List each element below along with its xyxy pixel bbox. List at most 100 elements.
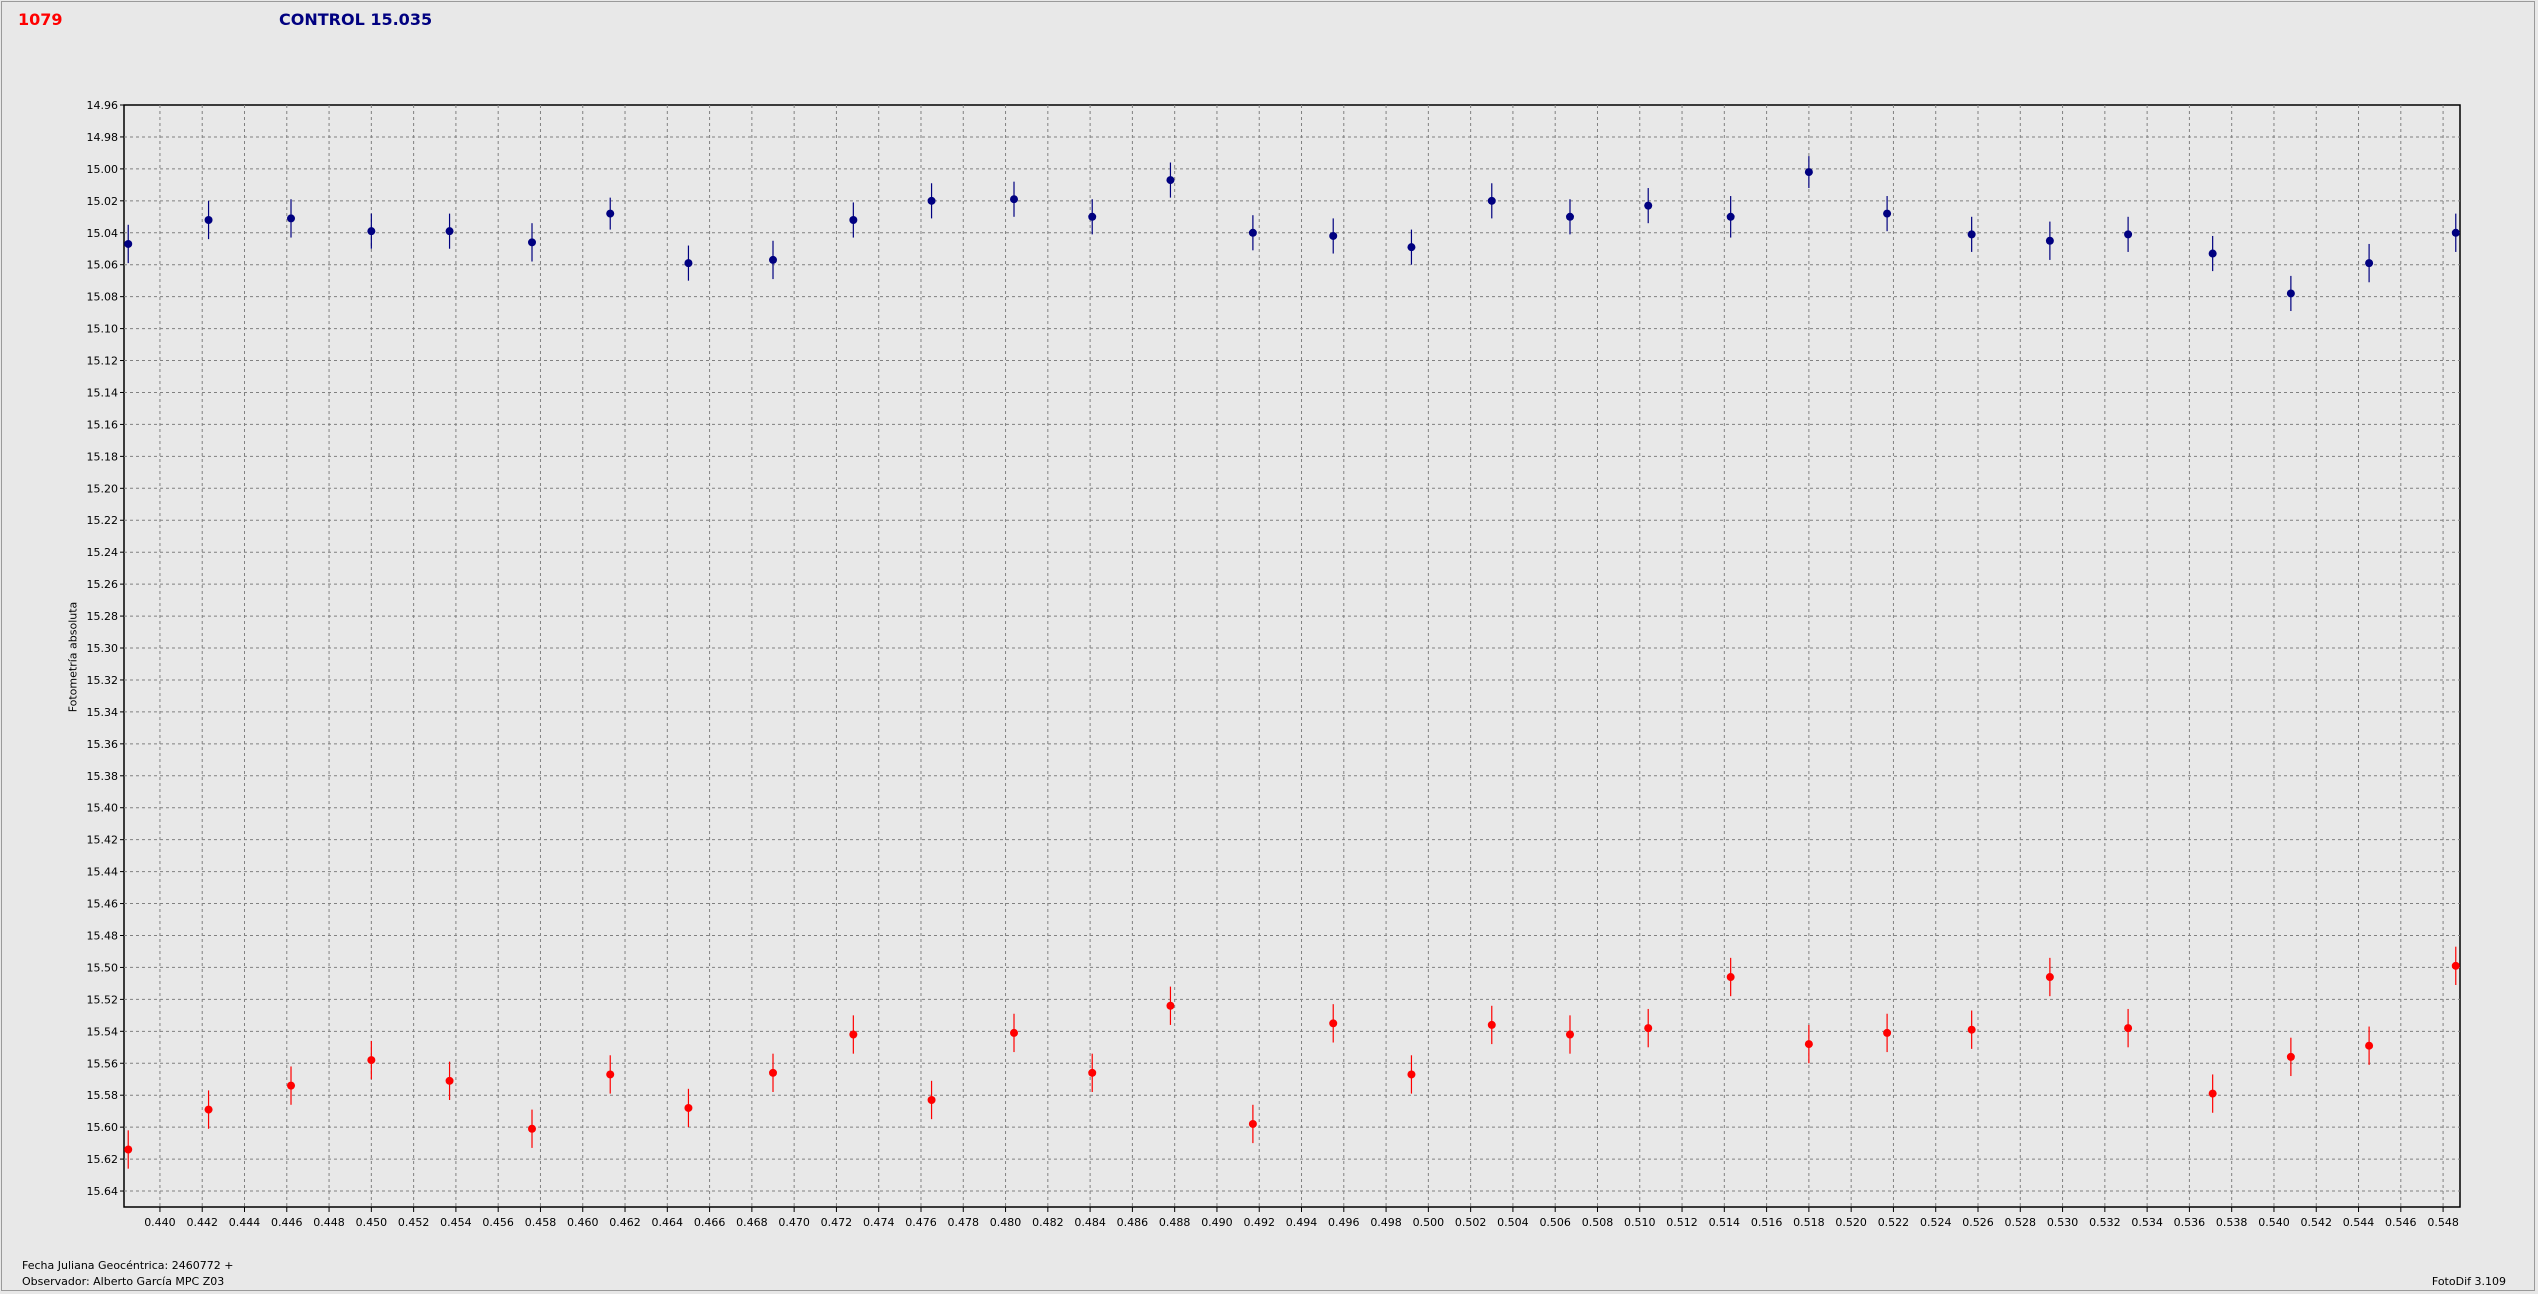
x-tick-label: 0.502 — [1455, 1216, 1487, 1229]
data-point — [769, 1068, 778, 1077]
data-point — [1010, 1028, 1019, 1037]
data-point — [124, 1145, 133, 1154]
y-tick-label: 15.44 — [87, 866, 119, 879]
data-point — [124, 239, 133, 248]
data-point — [2451, 961, 2460, 970]
x-tick-label: 0.462 — [609, 1216, 641, 1229]
x-tick-label: 0.484 — [1074, 1216, 1106, 1229]
x-tick-label: 0.516 — [1751, 1216, 1783, 1229]
data-point — [1565, 1030, 1574, 1039]
data-point — [2286, 289, 2295, 298]
y-tick-label: 14.96 — [87, 99, 119, 112]
data-point — [2124, 230, 2133, 239]
y-tick-label: 15.42 — [87, 834, 119, 847]
x-tick-label: 0.472 — [821, 1216, 853, 1229]
data-point — [927, 196, 936, 205]
x-tick-label: 0.486 — [1117, 1216, 1149, 1229]
x-tick-label: 0.530 — [2047, 1216, 2079, 1229]
x-tick-label: 0.498 — [1370, 1216, 1402, 1229]
data-point — [1010, 195, 1019, 204]
data-point — [1329, 231, 1338, 240]
x-tick-label: 0.494 — [1286, 1216, 1318, 1229]
data-point — [927, 1095, 936, 1104]
x-tick-label: 0.540 — [2258, 1216, 2290, 1229]
y-tick-label: 15.28 — [87, 610, 119, 623]
data-point — [2365, 1041, 2374, 1050]
data-point — [1644, 201, 1653, 210]
data-point — [367, 227, 376, 236]
y-tick-label: 15.64 — [87, 1185, 119, 1198]
y-tick-label: 15.04 — [87, 227, 119, 240]
data-point — [1088, 1068, 1097, 1077]
x-tick-label: 0.492 — [1243, 1216, 1275, 1229]
y-tick-label: 15.16 — [87, 418, 119, 431]
x-tick-label: 0.440 — [144, 1216, 176, 1229]
data-point — [287, 1081, 296, 1090]
x-tick-label: 0.456 — [482, 1216, 514, 1229]
x-tick-label: 0.508 — [1582, 1216, 1614, 1229]
data-point — [606, 1070, 615, 1079]
x-tick-label: 0.478 — [948, 1216, 980, 1229]
data-point — [1088, 212, 1097, 221]
y-tick-label: 15.60 — [87, 1121, 119, 1134]
observer-label: Observador: Alberto García MPC Z03 — [22, 1275, 225, 1288]
data-point — [1565, 212, 1574, 221]
data-point — [1726, 212, 1735, 221]
data-point — [367, 1056, 376, 1065]
data-point — [1166, 176, 1175, 185]
data-point — [1883, 209, 1892, 218]
x-tick-label: 0.442 — [186, 1216, 218, 1229]
x-tick-label: 0.444 — [229, 1216, 261, 1229]
data-point — [2286, 1052, 2295, 1061]
x-tick-label: 0.448 — [313, 1216, 345, 1229]
x-tick-label: 0.548 — [2427, 1216, 2459, 1229]
x-tick-label: 0.526 — [1962, 1216, 1994, 1229]
data-point — [528, 238, 537, 247]
x-tick-label: 0.466 — [694, 1216, 726, 1229]
x-tick-label: 0.536 — [2174, 1216, 2206, 1229]
data-point — [1166, 1001, 1175, 1010]
data-point — [1407, 243, 1416, 252]
data-point — [1329, 1019, 1338, 1028]
y-axis-label: Fotometría absoluta — [66, 601, 80, 713]
data-point — [445, 227, 454, 236]
data-point — [849, 1030, 858, 1039]
data-point — [2045, 236, 2054, 245]
y-tick-label: 15.56 — [87, 1057, 119, 1070]
data-point — [2208, 249, 2217, 258]
data-point — [684, 1103, 693, 1112]
x-tick-label: 0.452 — [398, 1216, 430, 1229]
data-point — [849, 215, 858, 224]
x-tick-label: 0.460 — [567, 1216, 599, 1229]
x-tick-label: 0.538 — [2216, 1216, 2248, 1229]
y-tick-label: 15.48 — [87, 929, 119, 942]
y-tick-label: 15.58 — [87, 1089, 119, 1102]
x-tick-label: 0.496 — [1328, 1216, 1360, 1229]
y-tick-label: 15.02 — [87, 195, 119, 208]
x-tick-label: 0.542 — [2300, 1216, 2332, 1229]
data-point — [1248, 1119, 1257, 1128]
x-tick-label: 0.488 — [1159, 1216, 1191, 1229]
data-point — [769, 255, 778, 264]
x-tick-label: 0.524 — [1920, 1216, 1952, 1229]
x-tick-label: 0.532 — [2089, 1216, 2121, 1229]
data-point — [606, 209, 615, 218]
x-tick-label: 0.474 — [863, 1216, 895, 1229]
x-tick-label: 0.464 — [652, 1216, 684, 1229]
y-tick-label: 15.54 — [87, 1025, 119, 1038]
data-point — [1883, 1028, 1892, 1037]
x-tick-label: 0.500 — [1413, 1216, 1445, 1229]
y-tick-label: 15.46 — [87, 898, 119, 911]
x-tick-label: 0.528 — [2005, 1216, 2037, 1229]
x-tick-label: 0.522 — [1878, 1216, 1910, 1229]
y-tick-label: 15.08 — [87, 291, 119, 304]
y-axis-ticks: 14.96 14.98 15.00 15.02 15.04 15.06 15.08 15.10… — [87, 99, 124, 1198]
data-point — [1804, 1040, 1813, 1049]
y-tick-label: 15.12 — [87, 355, 119, 368]
data-point — [2045, 973, 2054, 982]
y-tick-label: 15.36 — [87, 738, 119, 751]
data-point — [1248, 228, 1257, 237]
data-point — [1487, 1020, 1496, 1029]
x-tick-label: 0.534 — [2131, 1216, 2163, 1229]
y-tick-label: 15.34 — [87, 706, 119, 719]
